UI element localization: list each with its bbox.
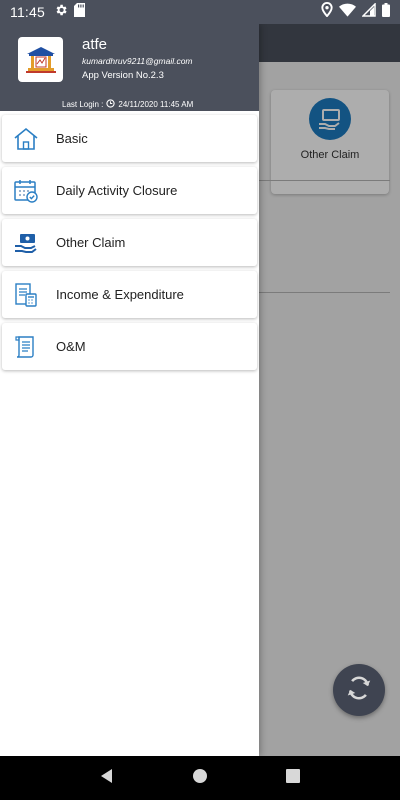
sync-button[interactable] xyxy=(333,664,385,716)
home-button[interactable] xyxy=(178,756,222,800)
drawer-menu: Basic Daily Activity Closure Other Claim… xyxy=(0,111,259,370)
menu-item-label: Income & Expenditure xyxy=(56,287,184,302)
recents-button[interactable] xyxy=(271,756,315,800)
calendar-check-icon xyxy=(12,177,40,205)
gear-icon xyxy=(54,3,68,22)
institution-logo-icon xyxy=(18,37,63,82)
home-circle-icon xyxy=(192,768,208,789)
hand-money-icon xyxy=(12,229,40,257)
drawer-header: atfe kumardhruv9211@gmail.com App Versio… xyxy=(0,24,259,111)
last-login-label: Last Login : xyxy=(62,100,104,109)
status-time: 11:45 xyxy=(10,4,45,20)
app-version: App Version No.2.3 xyxy=(82,70,164,81)
system-navigation-bar xyxy=(0,756,400,800)
sd-card-icon xyxy=(74,2,85,22)
menu-item-label: Other Claim xyxy=(56,235,126,250)
back-button[interactable] xyxy=(85,756,129,800)
last-login-value: 24/11/2020 11:45 AM xyxy=(118,100,194,109)
menu-item-label: O&M xyxy=(56,339,86,354)
ledger-calculator-icon xyxy=(12,281,40,309)
battery-icon xyxy=(382,2,390,22)
user-email: kumardhruv9211@gmail.com xyxy=(82,56,193,66)
signal-icon xyxy=(361,1,376,22)
wifi-icon xyxy=(339,3,356,22)
home-icon xyxy=(12,125,40,153)
menu-item-other-claim[interactable]: Other Claim xyxy=(2,219,257,266)
sync-icon xyxy=(344,673,374,708)
last-login: Last Login : 24/11/2020 11:45 AM xyxy=(62,99,193,110)
scroll-document-icon xyxy=(12,333,40,361)
menu-item-o-and-m[interactable]: O&M xyxy=(2,323,257,370)
status-bar: 11:45 xyxy=(0,0,400,24)
location-icon xyxy=(321,2,333,22)
menu-item-basic[interactable]: Basic xyxy=(2,115,257,162)
user-name: atfe xyxy=(82,36,108,53)
menu-item-label: Basic xyxy=(56,131,88,146)
back-icon xyxy=(99,768,115,789)
menu-item-daily-activity-closure[interactable]: Daily Activity Closure xyxy=(2,167,257,214)
menu-item-label: Daily Activity Closure xyxy=(56,183,178,198)
clock-icon xyxy=(106,99,116,110)
navigation-drawer: atfe kumardhruv9211@gmail.com App Versio… xyxy=(0,24,259,756)
recents-icon xyxy=(286,768,301,788)
menu-item-income-expenditure[interactable]: Income & Expenditure xyxy=(2,271,257,318)
